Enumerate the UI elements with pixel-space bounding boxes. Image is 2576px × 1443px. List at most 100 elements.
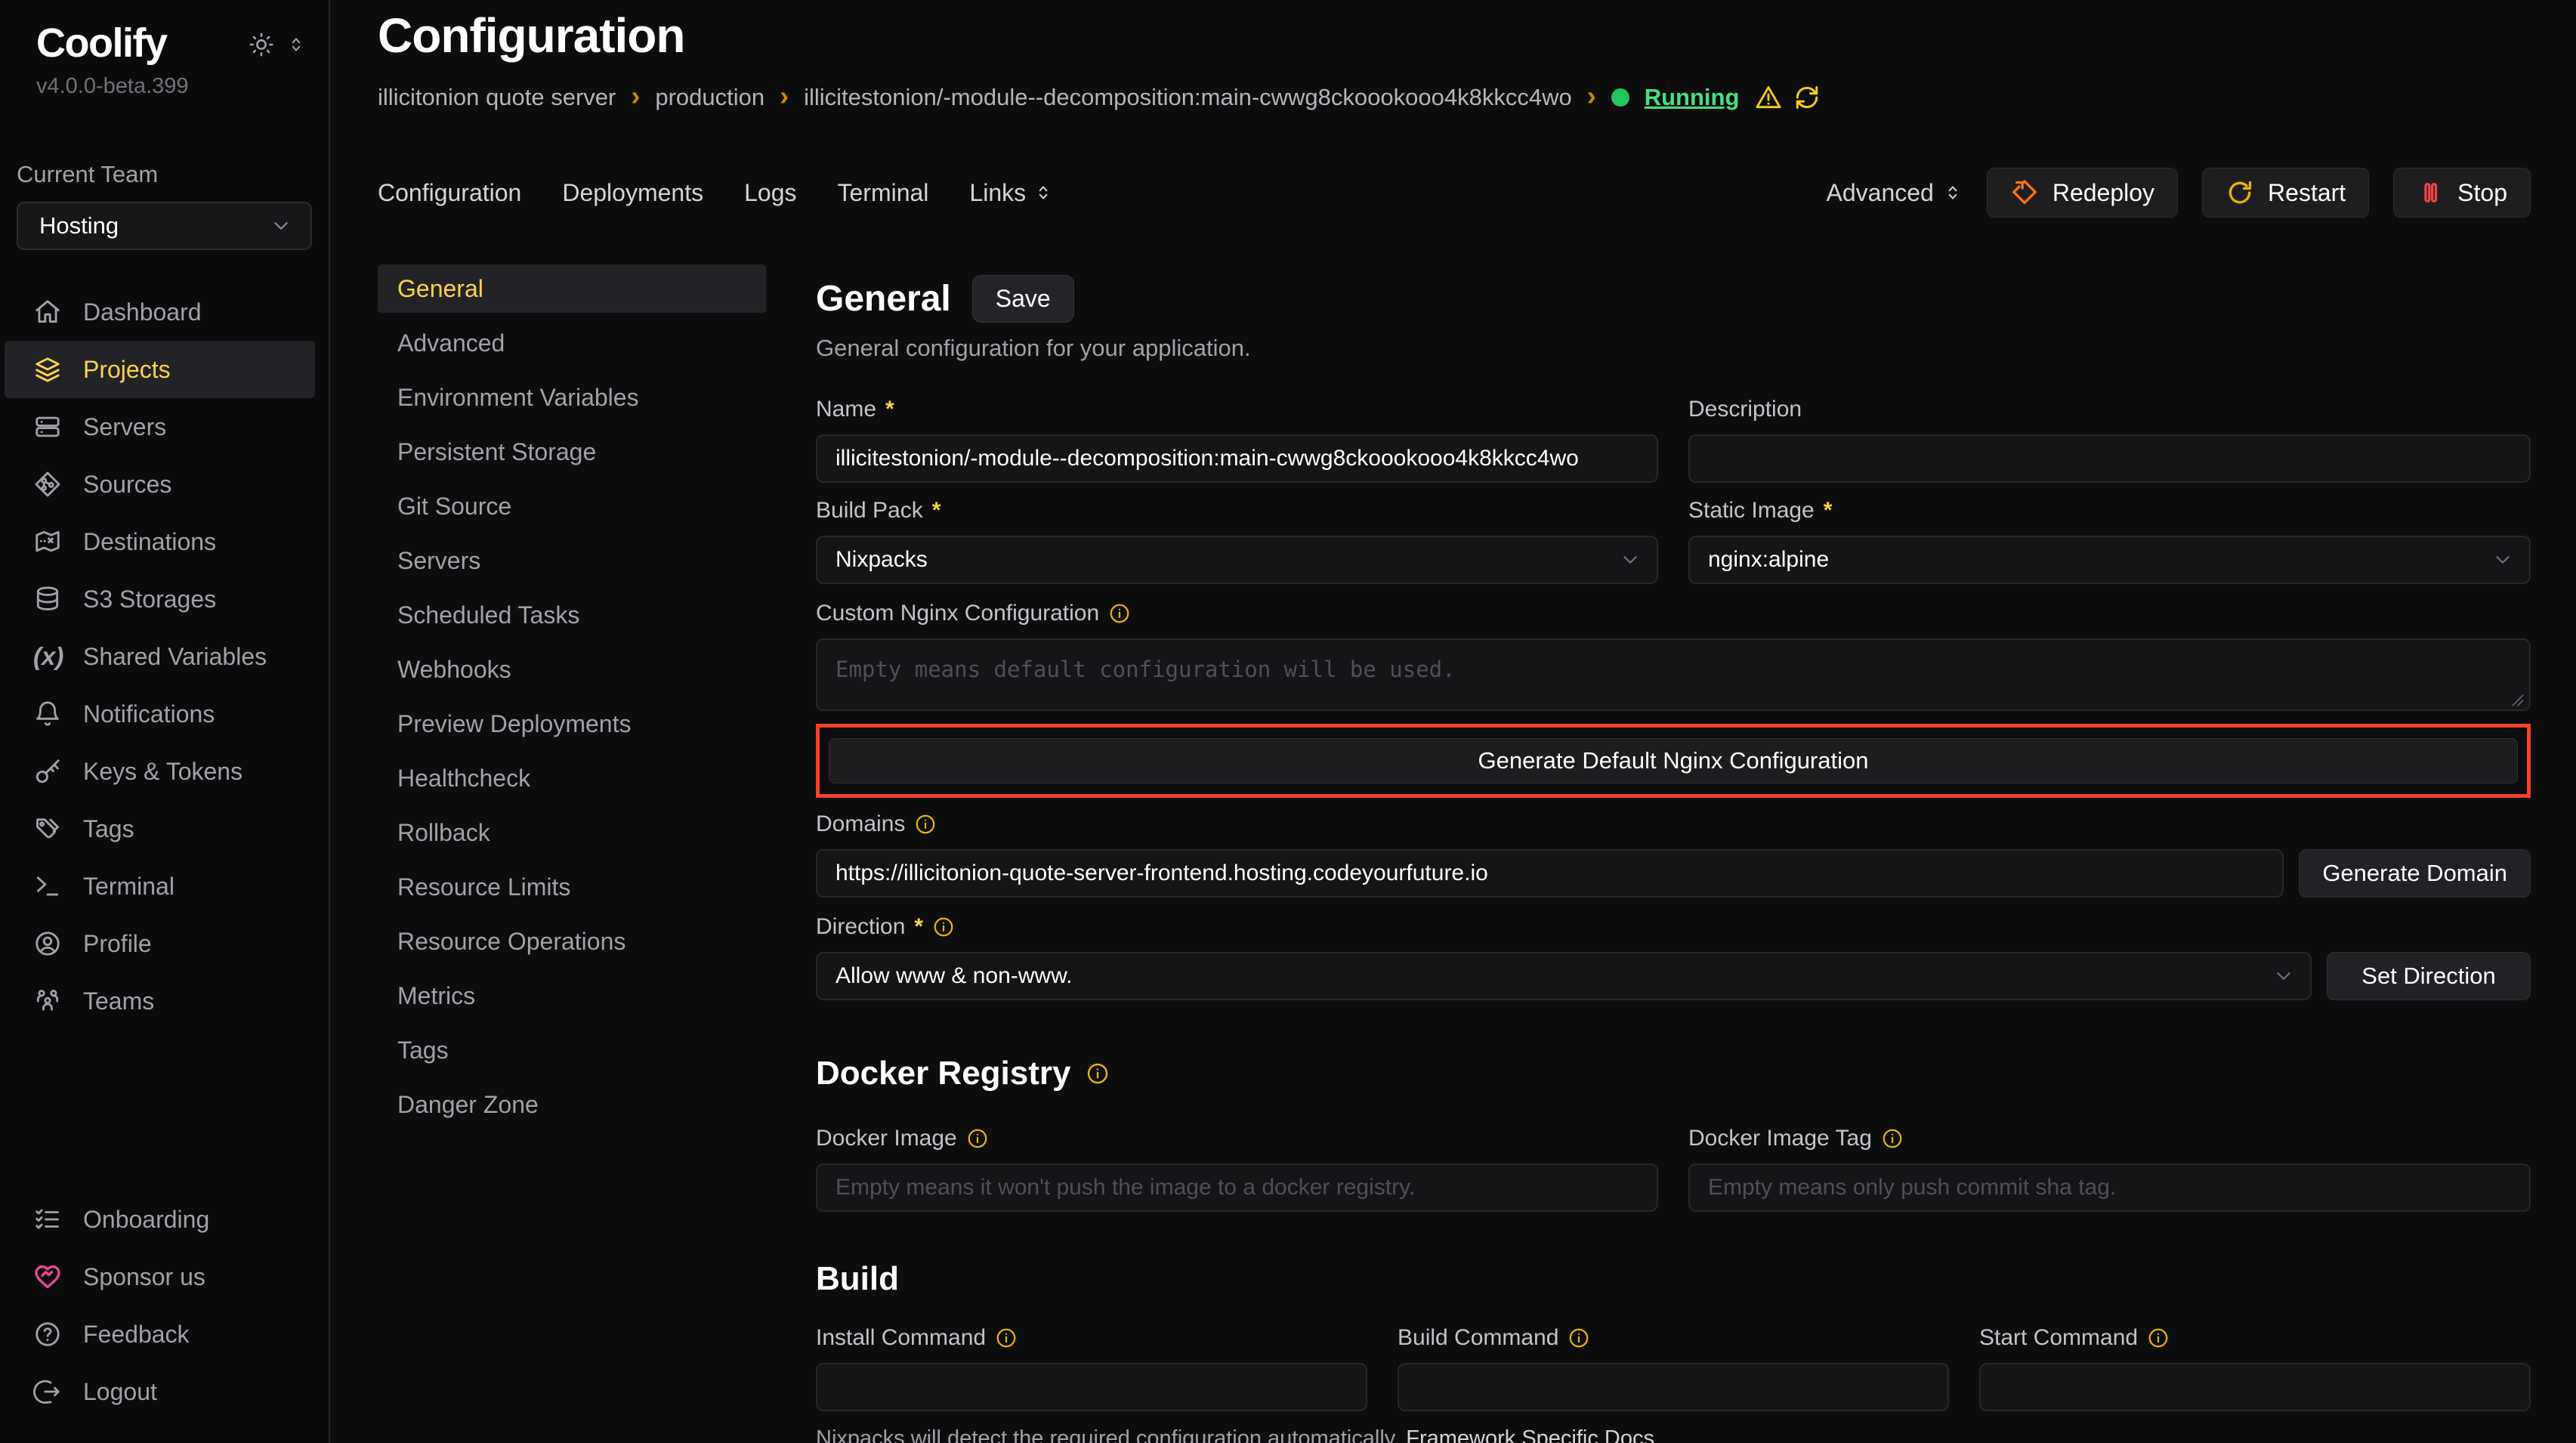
build-pack-select[interactable]: Nixpacks: [816, 536, 1658, 584]
subnav-environment-variables[interactable]: Environment Variables: [378, 373, 766, 422]
sidebar-item-dashboard[interactable]: Dashboard: [0, 283, 329, 341]
checklist-icon: [33, 1205, 62, 1234]
custom-nginx-textarea[interactable]: [816, 638, 2531, 711]
info-icon: [914, 813, 937, 836]
subnav-resource-limits[interactable]: Resource Limits: [378, 863, 766, 911]
generate-domain-button[interactable]: Generate Domain: [2299, 849, 2531, 898]
map-icon: [33, 527, 62, 556]
users-icon: [33, 987, 62, 1015]
config-subnav: General Advanced Environment Variables P…: [378, 264, 766, 1443]
name-input[interactable]: [816, 434, 1658, 483]
app-root: Coolify v4.0.0-beta.399 Current Team Hos…: [0, 0, 2576, 1443]
sidebar-item-feedback[interactable]: Feedback: [0, 1305, 329, 1363]
tab-terminal[interactable]: Terminal: [837, 179, 928, 207]
sidebar-item-sponsor-us[interactable]: Sponsor us: [0, 1248, 329, 1305]
breadcrumb-project[interactable]: illicitonion quote server: [378, 84, 616, 111]
name-label: Name: [816, 397, 876, 422]
domains-label: Domains: [816, 811, 905, 837]
sidebar-item-onboarding[interactable]: Onboarding: [0, 1191, 329, 1248]
sidebar-item-sources[interactable]: Sources: [0, 456, 329, 513]
tab-logs[interactable]: Logs: [744, 179, 796, 207]
sidebar-item-shared-variables[interactable]: (x) Shared Variables: [0, 628, 329, 685]
sidebar-item-servers[interactable]: Servers: [0, 398, 329, 456]
generate-nginx-config-button[interactable]: Generate Default Nginx Configuration: [829, 738, 2518, 783]
subnav-servers[interactable]: Servers: [378, 536, 766, 585]
chevrons-up-down-icon: [1943, 183, 1963, 202]
subnav-persistent-storage[interactable]: Persistent Storage: [378, 428, 766, 476]
theme-toggle-sun-icon[interactable]: [249, 32, 274, 57]
docker-registry-heading: Docker Registry: [816, 1055, 1070, 1092]
breadcrumb-environment[interactable]: production: [655, 84, 764, 111]
database-icon: [33, 585, 62, 613]
direction-select[interactable]: Allow www & non-www.: [816, 952, 2312, 1000]
subnav-advanced[interactable]: Advanced: [378, 319, 766, 367]
tab-configuration[interactable]: Configuration: [378, 179, 521, 207]
domains-input[interactable]: [816, 849, 2284, 898]
redeploy-button[interactable]: Redeploy: [1987, 168, 2178, 218]
subnav-webhooks[interactable]: Webhooks: [378, 645, 766, 694]
install-command-input[interactable]: [816, 1363, 1367, 1411]
subnav-general[interactable]: General: [378, 264, 766, 313]
chevron-down-icon: [1619, 548, 1642, 571]
subnav-scheduled-tasks[interactable]: Scheduled Tasks: [378, 591, 766, 639]
info-icon: [1108, 602, 1131, 625]
advanced-dropdown[interactable]: Advanced: [1827, 179, 1963, 207]
sidebar-item-projects[interactable]: Projects: [5, 341, 315, 398]
sidebar-footer-nav: Onboarding Sponsor us Feedback Logout: [0, 1191, 329, 1420]
info-icon: [1086, 1061, 1110, 1086]
save-button[interactable]: Save: [972, 275, 1074, 323]
subnav-metrics[interactable]: Metrics: [378, 972, 766, 1020]
team-select[interactable]: Hosting: [17, 202, 312, 250]
breadcrumb-separator-icon: ›: [631, 82, 640, 110]
subnav-preview-deployments[interactable]: Preview Deployments: [378, 700, 766, 748]
subnav-git-source[interactable]: Git Source: [378, 482, 766, 530]
highlight-outline: Generate Default Nginx Configuration: [816, 724, 2531, 798]
set-direction-button[interactable]: Set Direction: [2327, 952, 2531, 1000]
tab-bar: Configuration Deployments Logs Terminal …: [378, 168, 2531, 218]
docker-image-tag-input[interactable]: [1688, 1163, 2531, 1212]
breadcrumb-separator-icon: ›: [1587, 82, 1596, 110]
subnav-rollback[interactable]: Rollback: [378, 808, 766, 857]
info-icon: [1881, 1127, 1904, 1150]
resize-handle-icon: [2511, 694, 2525, 707]
theme-select-chevrons-icon[interactable]: [286, 35, 306, 54]
status-badge[interactable]: Running: [1645, 84, 1740, 111]
info-icon: [1568, 1327, 1590, 1349]
stop-button[interactable]: Stop: [2393, 168, 2531, 218]
docker-image-input[interactable]: [816, 1163, 1658, 1212]
chevron-down-icon: [2491, 548, 2514, 571]
tag-icon: [33, 814, 62, 843]
subnav-danger-zone[interactable]: Danger Zone: [378, 1080, 766, 1129]
info-icon: [2147, 1327, 2170, 1349]
sidebar-item-logout[interactable]: Logout: [0, 1363, 329, 1420]
variable-icon: (x): [33, 642, 62, 671]
redeploy-icon: [2010, 178, 2039, 207]
sidebar-item-profile[interactable]: Profile: [0, 915, 329, 972]
sidebar-item-terminal[interactable]: Terminal: [0, 857, 329, 915]
subnav-healthcheck[interactable]: Healthcheck: [378, 754, 766, 802]
restart-button[interactable]: Restart: [2202, 168, 2369, 218]
sidebar-item-notifications[interactable]: Notifications: [0, 685, 329, 743]
heart-icon: [33, 1262, 62, 1291]
sidebar-item-keys-tokens[interactable]: Keys & Tokens: [0, 743, 329, 800]
install-command-label: Install Command: [816, 1325, 986, 1351]
framework-docs-link[interactable]: Framework Specific Docs: [1406, 1426, 1654, 1443]
tab-links[interactable]: Links: [969, 179, 1053, 207]
server-icon: [33, 413, 62, 441]
sidebar-item-s3-storages[interactable]: S3 Storages: [0, 570, 329, 628]
sidebar-item-tags[interactable]: Tags: [0, 800, 329, 857]
build-command-input[interactable]: [1398, 1363, 1949, 1411]
stop-icon: [2417, 179, 2444, 206]
home-icon: [33, 298, 62, 326]
static-image-select[interactable]: nginx:alpine: [1688, 536, 2531, 584]
chevrons-up-down-icon: [1033, 183, 1053, 202]
breadcrumb-resource[interactable]: illicitestonion/-module--decomposition:m…: [804, 84, 1572, 111]
subnav-tags[interactable]: Tags: [378, 1026, 766, 1074]
sidebar-item-teams[interactable]: Teams: [0, 972, 329, 1030]
start-command-input[interactable]: [1979, 1363, 2531, 1411]
sidebar-item-destinations[interactable]: Destinations: [0, 513, 329, 570]
tab-deployments[interactable]: Deployments: [562, 179, 703, 207]
description-input[interactable]: [1688, 434, 2531, 483]
refresh-icon: [1793, 84, 1821, 111]
subnav-resource-operations[interactable]: Resource Operations: [378, 917, 766, 966]
